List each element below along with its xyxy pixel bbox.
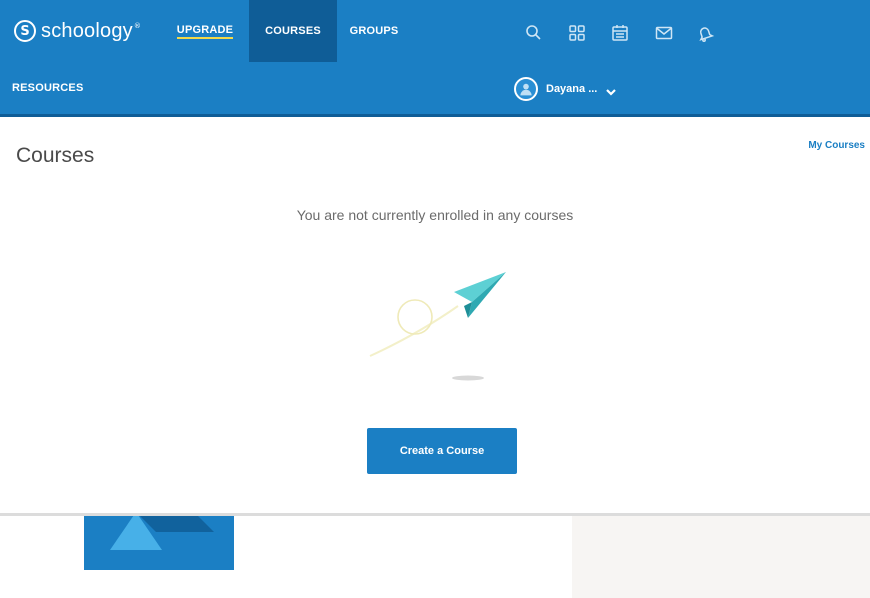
logo-trademark: ® bbox=[133, 22, 141, 30]
my-courses-link[interactable]: My Courses bbox=[808, 140, 865, 151]
nav-row-secondary: RESOURCES Dayana ... bbox=[0, 62, 870, 114]
paper-plane-illustration bbox=[368, 264, 508, 384]
nav-upgrade[interactable]: UPGRADE bbox=[168, 0, 242, 62]
nav-groups[interactable]: GROUPS bbox=[339, 0, 409, 62]
nav-courses[interactable]: COURSES bbox=[249, 0, 337, 62]
nav-groups-label: GROUPS bbox=[349, 25, 399, 37]
nav-courses-label: COURSES bbox=[265, 25, 321, 37]
apps-grid-icon[interactable] bbox=[566, 22, 588, 44]
top-navigation-bar: S schoology ® UPGRADE COURSES GROUPS RES… bbox=[0, 0, 870, 117]
user-menu-button[interactable]: Dayana ... bbox=[514, 75, 617, 103]
page-title: Courses bbox=[16, 144, 95, 167]
user-name: Dayana ... bbox=[546, 83, 598, 95]
mail-icon[interactable] bbox=[653, 22, 675, 44]
paper-plane-icon bbox=[369, 272, 506, 381]
nav-upgrade-label: UPGRADE bbox=[176, 24, 234, 39]
triangle-graphic-icon bbox=[84, 516, 234, 570]
nav-resources[interactable]: RESOURCES bbox=[12, 62, 83, 114]
nav-row-primary: S schoology ® UPGRADE COURSES GROUPS bbox=[0, 0, 870, 62]
chevron-down-icon bbox=[605, 83, 617, 96]
logo-mark-icon: S bbox=[14, 20, 36, 42]
empty-state-message: You are not currently enrolled in any co… bbox=[296, 207, 574, 223]
promo-tile-image bbox=[84, 516, 234, 570]
nav-resources-label: RESOURCES bbox=[12, 82, 84, 94]
create-course-button[interactable]: Create a Course bbox=[367, 428, 517, 474]
schoology-logo[interactable]: S schoology ® bbox=[14, 16, 141, 46]
lower-right-panel bbox=[572, 516, 870, 598]
bell-icon[interactable] bbox=[694, 22, 716, 44]
calendar-icon[interactable] bbox=[609, 22, 631, 44]
search-icon[interactable] bbox=[523, 22, 545, 44]
logo-wordmark: schoology bbox=[41, 19, 133, 42]
user-avatar-icon bbox=[514, 77, 538, 101]
